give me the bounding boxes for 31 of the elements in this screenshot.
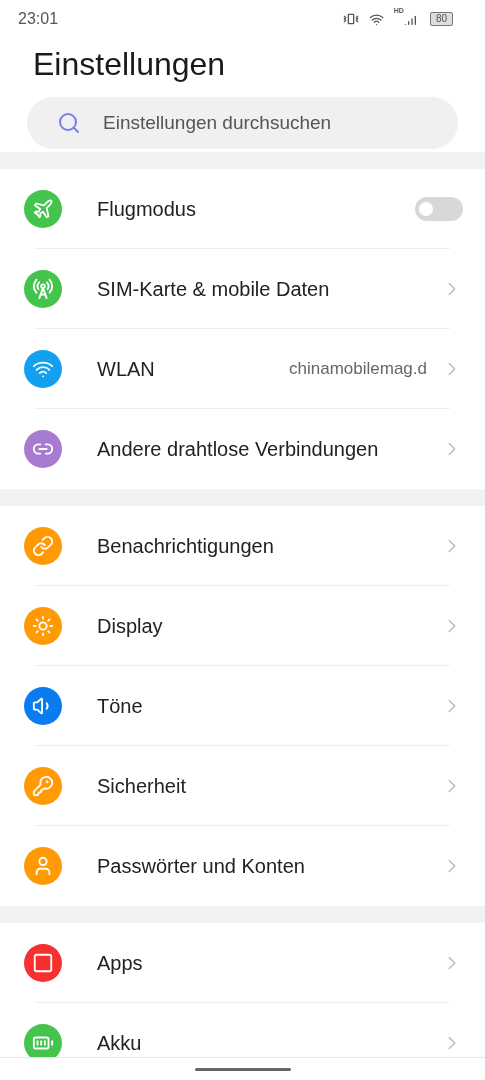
row-label: Passwörter und Konten: [97, 854, 306, 878]
row-label: Akku: [97, 1031, 143, 1055]
row-label: WLAN: [97, 357, 156, 381]
search-field[interactable]: Einstellungen durchsuchen: [27, 97, 458, 149]
row-value: chinamobilemag.d: [289, 359, 427, 379]
vibrate-icon: [342, 11, 359, 27]
settings-row[interactable]: Sicherheit: [0, 746, 485, 826]
search-icon: [57, 111, 81, 135]
row-label: Display: [97, 614, 164, 638]
settings-row[interactable]: Apps: [0, 923, 485, 1003]
settings-row[interactable]: SIM-Karte & mobile Daten: [0, 249, 485, 329]
settings-row[interactable]: Töne: [0, 666, 485, 746]
page-title: Einstellungen: [33, 46, 227, 83]
settings-row[interactable]: Benachrichtigungen: [0, 506, 485, 586]
settings-row[interactable]: WLAN chinamobilemag.d: [0, 329, 485, 409]
row-label: Apps: [97, 951, 144, 975]
wifi-icon: [368, 11, 384, 27]
battery-indicator: 80: [429, 12, 453, 26]
status-time: 23:01: [18, 10, 60, 28]
toggle-switch[interactable]: [415, 197, 463, 221]
settings-row[interactable]: Flugmodus: [0, 169, 485, 249]
settings-row[interactable]: Andere drahtlose Verbindungen: [0, 409, 485, 489]
settings-row[interactable]: Display: [0, 586, 485, 666]
row-label: Andere drahtlose Verbindungen: [97, 437, 380, 461]
row-label: SIM-Karte & mobile Daten: [97, 277, 331, 301]
row-label: Töne: [97, 694, 144, 718]
home-indicator[interactable]: [194, 1068, 291, 1071]
row-label: Benachrichtigungen: [97, 534, 275, 558]
row-label: Flugmodus: [97, 197, 197, 221]
settings-row[interactable]: Passwörter und Konten: [0, 826, 485, 906]
row-label: Sicherheit: [97, 774, 187, 798]
